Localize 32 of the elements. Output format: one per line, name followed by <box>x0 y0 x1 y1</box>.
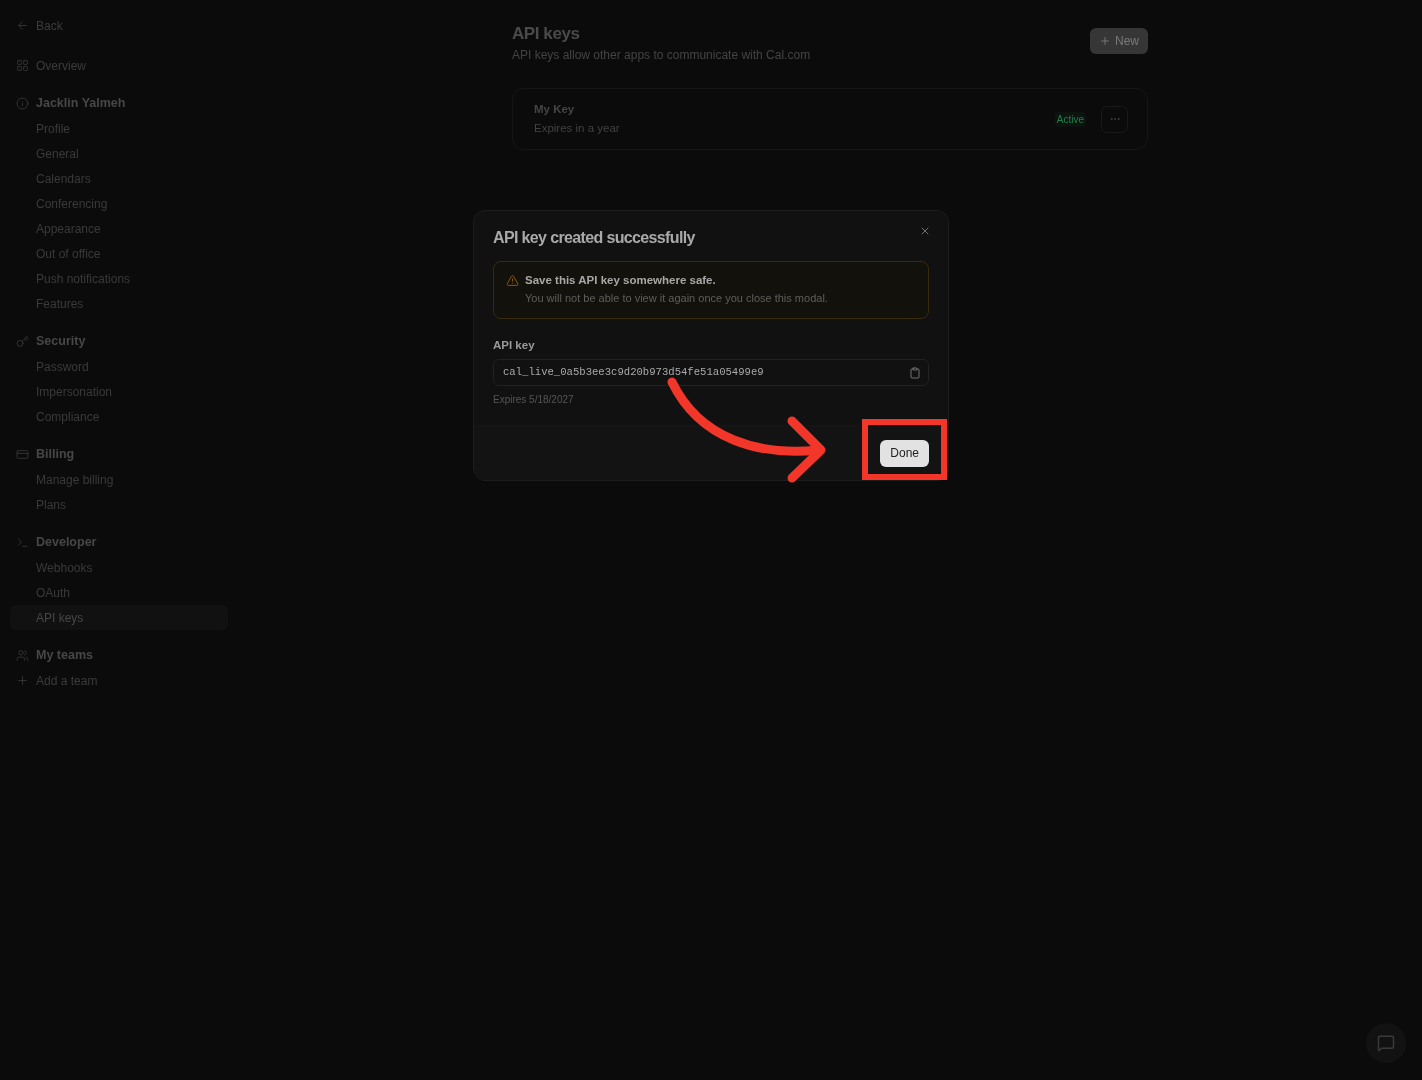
info-circle-icon <box>16 97 29 110</box>
card-icon <box>16 448 29 461</box>
key-icon <box>16 335 29 348</box>
copy-button[interactable] <box>908 366 921 379</box>
page-title: API keys <box>512 23 581 45</box>
status-badge: Active <box>1054 111 1086 127</box>
people-icon <box>16 649 29 662</box>
grid-icon <box>16 59 29 72</box>
arrow-left-icon <box>16 19 29 32</box>
sidebar-section-heading: My teams <box>36 647 93 665</box>
api-key-field[interactable]: cal_live_0a5b3ee3c9d20b973d54fe51a05499e9 <box>493 359 929 386</box>
sidebar-section-heading: Developer <box>36 534 97 552</box>
warning-icon <box>506 274 519 287</box>
new-button[interactable]: New <box>1090 28 1148 54</box>
field-label: API key <box>493 338 536 353</box>
warning-title: Save this API key somewhere safe. <box>525 273 717 288</box>
chat-launcher-button[interactable] <box>1366 1023 1406 1063</box>
done-button[interactable]: Done <box>880 439 929 467</box>
key-name: My Key <box>534 102 576 117</box>
sidebar-section-heading: Billing <box>36 446 75 464</box>
api-key-value: cal_live_0a5b3ee3c9d20b973d54fe51a05499e9 <box>503 364 764 380</box>
plus-icon <box>1099 35 1111 47</box>
close-icon <box>919 225 931 237</box>
expiry-date: Expires 5/18/2027 <box>493 393 575 407</box>
warning-text: You will not be able to view it again once you close this modal. <box>525 291 828 306</box>
sidebar-section-heading: Jacklin Yalmeh <box>36 95 126 113</box>
clipboard-icon <box>908 366 921 379</box>
plus-icon <box>16 674 29 687</box>
sidebar-section-heading: Security <box>36 333 86 351</box>
chat-icon <box>1377 1034 1395 1052</box>
modal-title: API key created successfully <box>493 228 695 248</box>
terminal-icon <box>16 536 29 549</box>
